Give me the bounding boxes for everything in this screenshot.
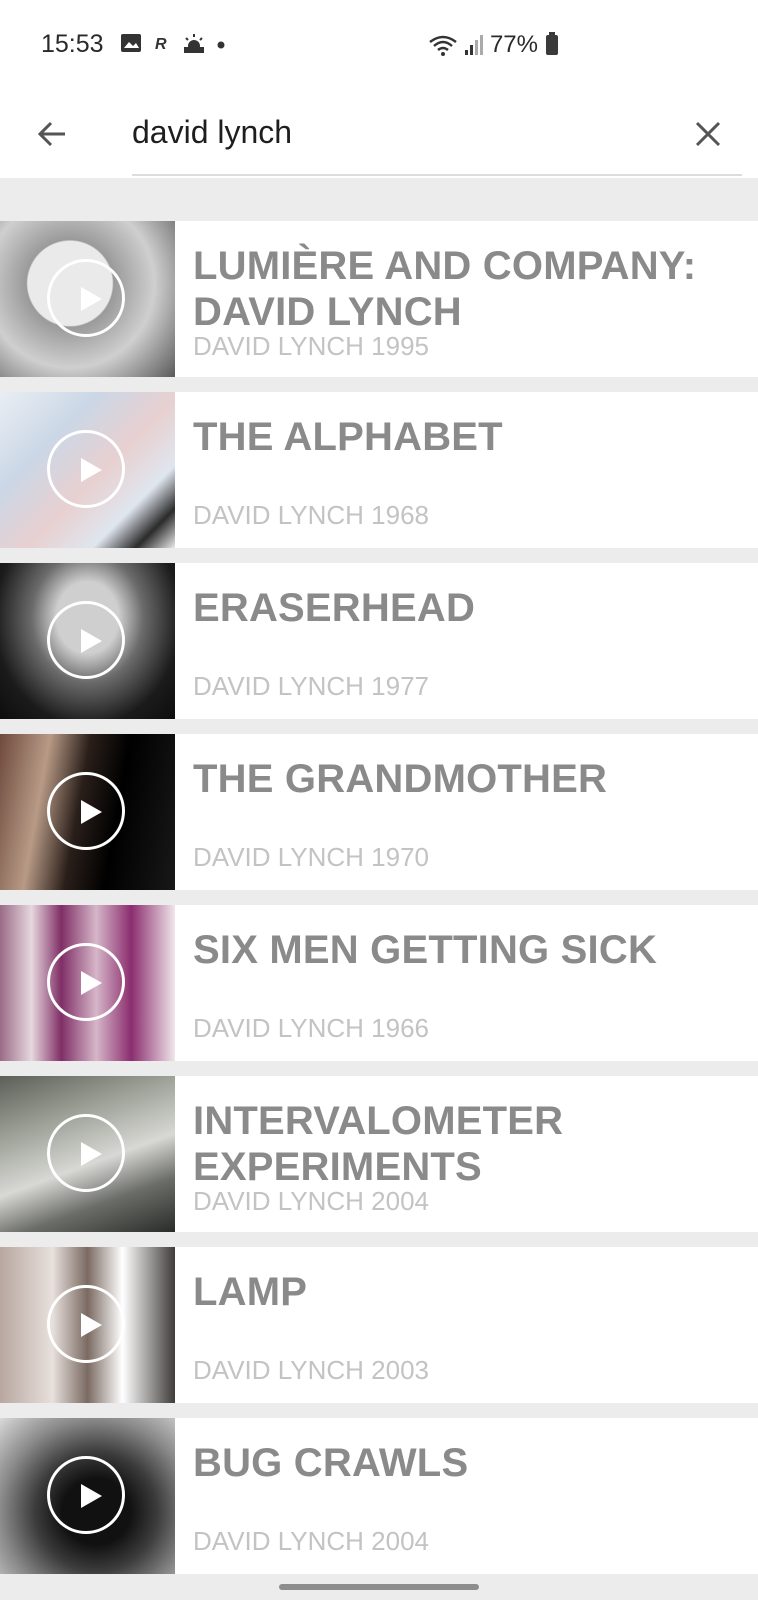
video-thumbnail (0, 1076, 175, 1232)
list-item[interactable]: ERASERHEAD DAVID LYNCH 1977 (0, 563, 758, 719)
play-icon[interactable] (47, 772, 125, 850)
video-thumbnail (0, 905, 175, 1061)
video-title: ERASERHEAD (193, 586, 476, 630)
search-input[interactable] (132, 100, 672, 164)
video-subtitle: DAVID LYNCH 1977 (193, 671, 430, 701)
play-icon[interactable] (47, 430, 125, 508)
search-underline (132, 174, 742, 176)
play-icon[interactable] (47, 259, 125, 337)
video-thumbnail (0, 221, 175, 377)
arrow-left-icon (37, 121, 65, 147)
video-subtitle: DAVID LYNCH 1970 (193, 842, 430, 872)
list-item[interactable]: LUMIÈRE AND COMPANY: DAVID LYNCH DAVID L… (0, 221, 758, 377)
video-title: THE GRANDMOTHER (193, 757, 608, 801)
video-title: BUG CRAWLS (193, 1441, 469, 1485)
video-title: THE ALPHABET (193, 415, 503, 459)
home-indicator[interactable] (279, 1584, 479, 1590)
video-title: INTERVALOMETER EXPERIMENTS (193, 1099, 564, 1189)
svg-text:R: R (155, 36, 167, 53)
video-subtitle: DAVID LYNCH 2003 (193, 1355, 430, 1385)
clear-search-button[interactable] (680, 106, 736, 162)
search-bar (0, 90, 758, 178)
video-subtitle: DAVID LYNCH 1966 (193, 1013, 430, 1043)
system-icons: 77% (428, 31, 558, 59)
list-item[interactable]: INTERVALOMETER EXPERIMENTS DAVID LYNCH 2… (0, 1076, 758, 1232)
list-item[interactable]: THE ALPHABET DAVID LYNCH 1968 (0, 392, 758, 548)
list-item[interactable]: SIX MEN GETTING SICK DAVID LYNCH 1966 (0, 905, 758, 1061)
battery-icon (546, 32, 558, 55)
list-item[interactable]: THE GRANDMOTHER DAVID LYNCH 1970 (0, 734, 758, 890)
battery-percent: 77% (489, 31, 538, 58)
video-title: SIX MEN GETTING SICK (193, 928, 658, 972)
play-icon[interactable] (47, 943, 125, 1021)
gallery-icon (121, 34, 141, 52)
video-subtitle: DAVID LYNCH 2004 (193, 1186, 430, 1216)
video-subtitle: DAVID LYNCH 1968 (193, 500, 430, 530)
video-subtitle: DAVID LYNCH 2004 (193, 1526, 430, 1556)
results-list: LUMIÈRE AND COMPANY: DAVID LYNCH DAVID L… (0, 221, 758, 1589)
video-thumbnail (0, 563, 175, 719)
status-time: 15:53 (41, 30, 104, 58)
r-app-icon: R (155, 36, 167, 53)
wifi-icon (429, 35, 457, 56)
play-icon[interactable] (47, 601, 125, 679)
back-button[interactable] (24, 106, 80, 162)
video-thumbnail (0, 1418, 175, 1574)
dot-icon (217, 41, 225, 49)
video-thumbnail (0, 1247, 175, 1403)
video-thumbnail (0, 392, 175, 548)
list-item[interactable]: LAMP DAVID LYNCH 2003 (0, 1247, 758, 1403)
video-title: LAMP (193, 1270, 308, 1314)
signal-icon (464, 35, 483, 55)
video-title: LUMIÈRE AND COMPANY: DAVID LYNCH (193, 244, 697, 334)
video-thumbnail (0, 734, 175, 890)
close-icon (695, 121, 721, 147)
play-icon[interactable] (47, 1285, 125, 1363)
play-icon[interactable] (47, 1114, 125, 1192)
list-item[interactable]: BUG CRAWLS DAVID LYNCH 2004 (0, 1418, 758, 1574)
weather-icon (184, 34, 204, 53)
status-bar: 15:53 R 77% (0, 0, 758, 90)
play-icon[interactable] (47, 1456, 125, 1534)
video-subtitle: DAVID LYNCH 1995 (193, 331, 430, 361)
notification-icons: R (120, 33, 226, 53)
